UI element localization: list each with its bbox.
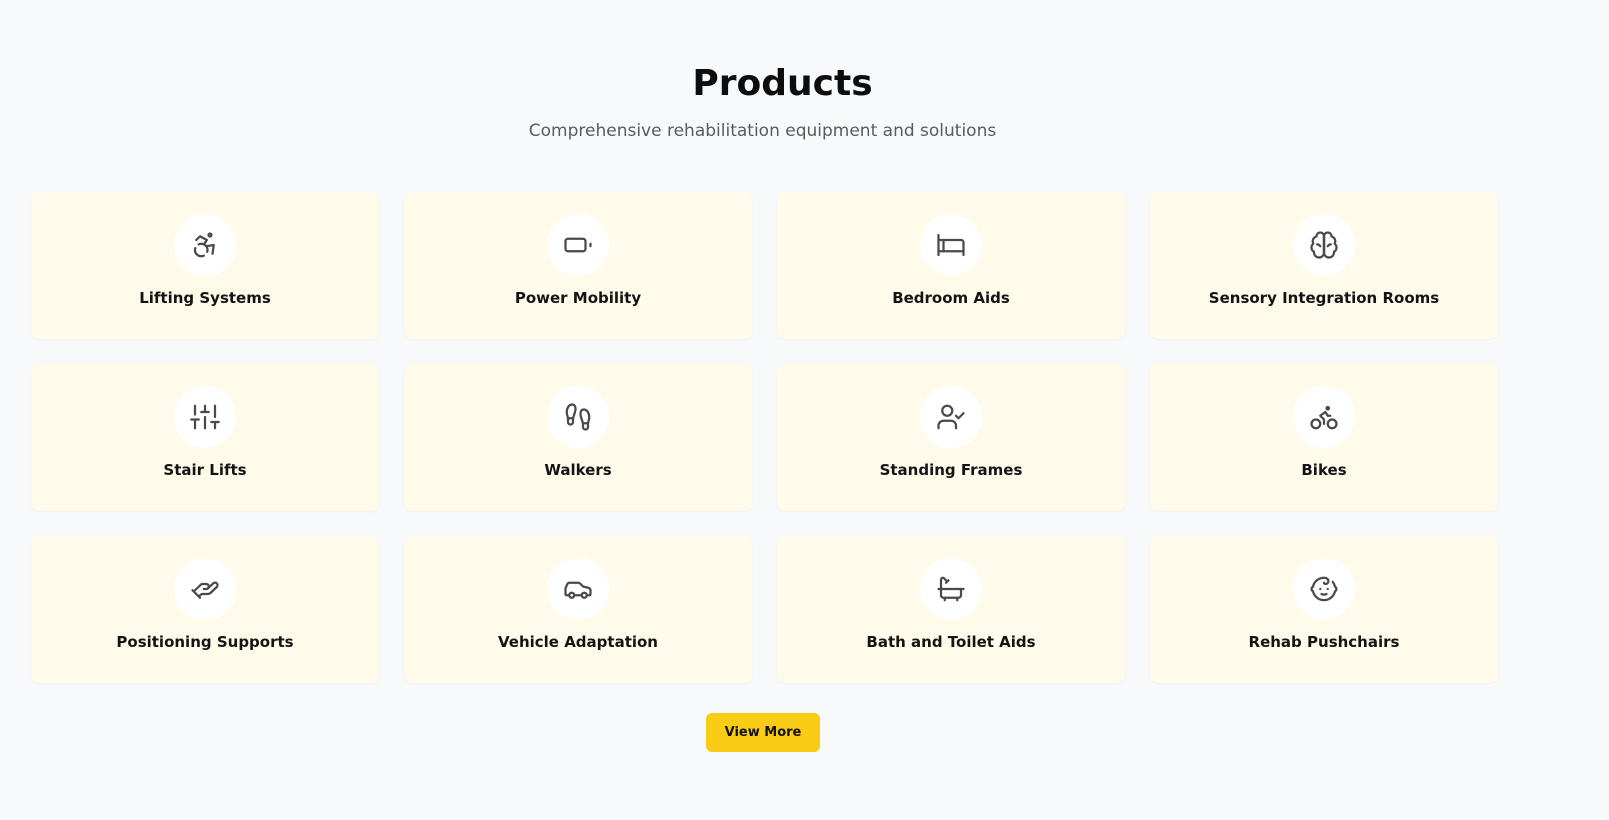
bed-icon: [920, 214, 982, 276]
footprints-icon: [547, 386, 609, 448]
product-card-vehicle-adaptation[interactable]: Vehicle Adaptation: [404, 536, 752, 683]
product-card-bikes[interactable]: Bikes: [1150, 364, 1498, 511]
product-card-power-mobility[interactable]: Power Mobility: [404, 192, 752, 339]
section-title: Products: [692, 63, 873, 104]
product-card-label: Bikes: [1301, 461, 1347, 479]
product-card-label: Stair Lifts: [163, 461, 247, 479]
product-card-stair-lifts[interactable]: Stair Lifts: [31, 364, 379, 511]
product-card-label: Sensory Integration Rooms: [1208, 289, 1440, 307]
product-card-standing-frames[interactable]: Standing Frames: [777, 364, 1125, 511]
bath-icon: [920, 558, 982, 620]
product-card-bath-and-toilet-aids[interactable]: Bath and Toilet Aids: [777, 536, 1125, 683]
baby-icon: [1293, 558, 1355, 620]
view-more-button[interactable]: View More: [706, 713, 820, 752]
user-check-icon: [920, 386, 982, 448]
car-icon: [547, 558, 609, 620]
brain-icon: [1293, 214, 1355, 276]
sliders-icon: [174, 386, 236, 448]
product-card-label: Positioning Supports: [116, 633, 294, 651]
product-card-label: Rehab Pushchairs: [1248, 633, 1400, 651]
product-card-label: Standing Frames: [879, 461, 1023, 479]
product-card-label: Walkers: [544, 461, 612, 479]
product-card-lifting-systems[interactable]: Lifting Systems: [31, 192, 379, 339]
products-grid: Lifting Systems Power Mobility Bedroom A…: [31, 192, 1498, 683]
product-card-label: Bedroom Aids: [892, 289, 1010, 307]
products-section: Products Comprehensive rehabilitation eq…: [0, 0, 1609, 820]
bike-icon: [1293, 386, 1355, 448]
product-card-positioning-supports[interactable]: Positioning Supports: [31, 536, 379, 683]
product-card-rehab-pushchairs[interactable]: Rehab Pushchairs: [1150, 536, 1498, 683]
product-card-walkers[interactable]: Walkers: [404, 364, 752, 511]
product-card-label: Lifting Systems: [139, 289, 271, 307]
product-card-label: Bath and Toilet Aids: [866, 633, 1036, 651]
accessibility-icon: [174, 214, 236, 276]
battery-icon: [547, 214, 609, 276]
product-card-label: Vehicle Adaptation: [497, 633, 658, 651]
product-card-bedroom-aids[interactable]: Bedroom Aids: [777, 192, 1125, 339]
product-card-sensory-integration-rooms[interactable]: Sensory Integration Rooms: [1150, 192, 1498, 339]
hand-heart-icon: [174, 558, 236, 620]
section-subtitle: Comprehensive rehabilitation equipment a…: [528, 121, 997, 141]
product-card-label: Power Mobility: [514, 289, 642, 307]
